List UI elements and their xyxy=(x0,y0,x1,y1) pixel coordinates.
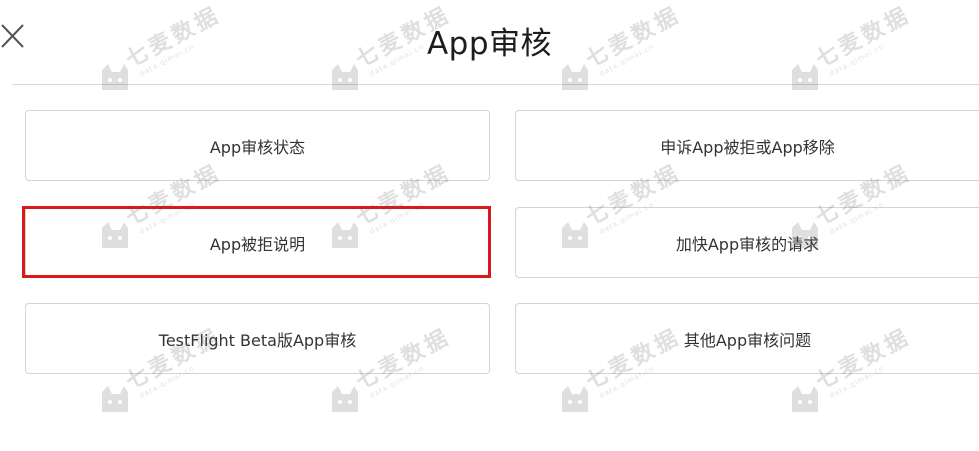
option-label: App审核状态 xyxy=(209,137,306,157)
option-appeal-rejection[interactable]: 申诉App被拒或App移除 xyxy=(515,110,979,181)
page-title: App审核 xyxy=(426,26,553,62)
option-label: 申诉App被拒或App移除 xyxy=(660,137,835,157)
option-expedite-review[interactable]: 加快App审核的请求 xyxy=(515,207,979,278)
option-label: 其他App审核问题 xyxy=(683,330,812,350)
header-divider xyxy=(12,84,979,85)
option-label: TestFlight Beta版App审核 xyxy=(158,330,357,350)
cat-logo-icon xyxy=(792,64,818,90)
option-label: App被拒说明 xyxy=(209,234,306,254)
cat-logo-icon xyxy=(102,64,128,90)
page: App审核 App审核状态 申诉App被拒或App移除 App被拒说明 加快Ap… xyxy=(0,0,979,451)
option-testflight-review[interactable]: TestFlight Beta版App审核 xyxy=(25,303,490,374)
cat-logo-icon xyxy=(332,64,358,90)
option-rejection-explanation[interactable]: App被拒说明 xyxy=(25,207,490,278)
cat-logo-icon xyxy=(562,386,588,412)
option-app-review-status[interactable]: App审核状态 xyxy=(25,110,490,181)
cat-logo-icon xyxy=(792,386,818,412)
option-other-questions[interactable]: 其他App审核问题 xyxy=(515,303,979,374)
cat-logo-icon xyxy=(332,386,358,412)
cat-logo-icon xyxy=(102,386,128,412)
cat-logo-icon xyxy=(562,64,588,90)
option-label: 加快App审核的请求 xyxy=(675,234,820,254)
